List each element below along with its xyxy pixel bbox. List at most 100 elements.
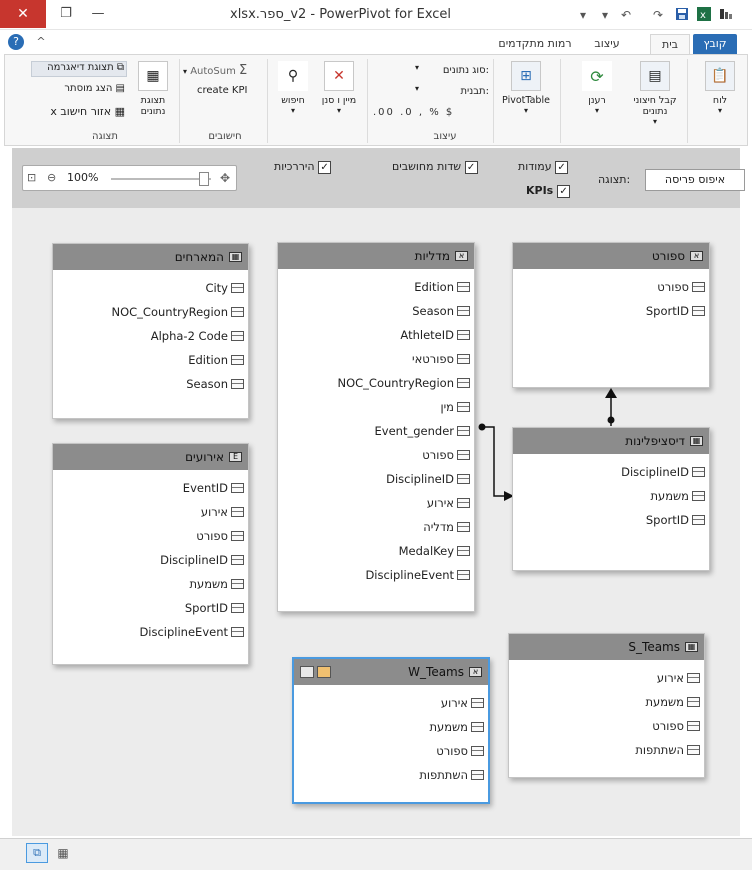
diagram-view-icon[interactable]: ⧉ <box>26 843 48 863</box>
field-item[interactable]: Event_gender <box>278 419 474 443</box>
field-item[interactable]: DisciplineEvent <box>53 620 248 644</box>
create-kpi-button[interactable]: create KPI <box>197 85 265 96</box>
table-disciplines[interactable]: דיסציפלינות ▦ DisciplineID משמעת SportID <box>512 427 710 571</box>
tab-home[interactable]: בית <box>650 34 690 54</box>
hierarchies-toggle[interactable]: היררכיות ✓ <box>274 160 332 174</box>
field-item[interactable]: משמעת <box>509 690 704 714</box>
increase-decimal-icon[interactable]: .0 <box>400 107 414 118</box>
field-item[interactable]: משמעת <box>513 484 709 508</box>
help-icon[interactable]: ? <box>8 34 24 50</box>
pivottable-button[interactable]: ⊞ PivotTable ▾ <box>499 61 553 115</box>
show-hidden-button[interactable]: הצג מוסתר ▤ <box>31 83 127 94</box>
table-header[interactable]: המארחים ▦ <box>53 244 248 270</box>
powerpivot-icon[interactable] <box>718 7 734 23</box>
customize-qat-icon[interactable]: ▾ <box>575 7 591 23</box>
zoom-out-icon[interactable]: ⊖ <box>47 171 61 185</box>
field-item[interactable]: ספורט <box>294 739 488 763</box>
field-item[interactable]: משמעת <box>53 572 248 596</box>
field-item[interactable]: השתתפות <box>294 763 488 787</box>
redo-icon[interactable]: ↷ <box>650 7 666 23</box>
comma-icon[interactable]: , <box>419 107 424 118</box>
field-item[interactable]: ספורט <box>509 714 704 738</box>
field-item[interactable]: Season <box>53 372 248 396</box>
field-item[interactable]: ספורט <box>513 275 709 299</box>
field-item[interactable]: אירוע <box>509 666 704 690</box>
undo-icon[interactable]: ↶ <box>618 7 634 23</box>
zoom-slider-track[interactable] <box>111 178 211 180</box>
sort-filter-button[interactable]: ✕ מיין ו סנן ▾ <box>317 61 361 115</box>
field-item[interactable]: Season <box>278 299 474 323</box>
field-item[interactable]: EventID <box>53 476 248 500</box>
collapse-ribbon-icon[interactable]: ^ <box>34 34 48 50</box>
field-item[interactable]: ספורטאי <box>278 347 474 371</box>
number-format-buttons[interactable]: .00 .0 , % $ <box>373 107 493 118</box>
zoom-slider-handle[interactable] <box>199 172 209 186</box>
maximize-table-icon[interactable] <box>317 666 331 678</box>
close-button[interactable]: ✕ <box>0 0 46 28</box>
chevron-down-icon[interactable]: ▾ <box>415 63 419 72</box>
pan-icon[interactable]: ✥ <box>217 170 233 186</box>
calc-area-button[interactable]: x אזור חישוב ▦ <box>31 105 127 118</box>
percent-icon[interactable]: % <box>429 107 441 118</box>
field-item[interactable]: SportID <box>513 299 709 323</box>
checkbox-icon[interactable]: ✓ <box>464 161 478 174</box>
reset-layout-button[interactable]: איפוס פריסה <box>645 169 745 191</box>
calculated-fields-toggle[interactable]: שדות מחושבים ✓ <box>392 160 478 174</box>
restore-button[interactable]: ❐ <box>56 5 76 23</box>
field-item[interactable]: NOC_CountryRegion <box>278 371 474 395</box>
grid-view-icon[interactable]: ▦ <box>52 843 74 863</box>
field-item[interactable]: SportID <box>53 596 248 620</box>
field-item[interactable]: אירוע <box>53 500 248 524</box>
minimize-button[interactable]: — <box>88 5 108 23</box>
decrease-decimal-icon[interactable]: .00 <box>373 107 395 118</box>
refresh-button[interactable]: ⟳ רענן ▾ <box>575 61 619 115</box>
table-header[interactable]: מדליות א <box>278 243 474 269</box>
field-item[interactable]: מין <box>278 395 474 419</box>
field-item[interactable]: DisciplineID <box>278 467 474 491</box>
table-header[interactable]: W_Teams א <box>294 659 488 685</box>
field-item[interactable]: NOC_CountryRegion <box>53 300 248 324</box>
table-w-teams[interactable]: W_Teams א אירוע משמעת ספורט השתתפות <box>292 657 490 804</box>
field-item[interactable]: Edition <box>53 348 248 372</box>
diagram-canvas[interactable]: ספורט א ספורט SportID דיסציפלינות ▦ Discip… <box>12 208 740 836</box>
table-header[interactable]: דיסציפלינות ▦ <box>513 428 709 454</box>
field-item[interactable]: Edition <box>278 275 474 299</box>
dropdown-icon[interactable]: ▾ <box>597 7 613 23</box>
field-item[interactable]: ספורט <box>278 443 474 467</box>
chevron-down-icon[interactable]: ▾ <box>415 84 419 93</box>
field-item[interactable]: DisciplineID <box>513 460 709 484</box>
field-item[interactable]: City <box>53 276 248 300</box>
kpis-toggle[interactable]: KPIs ✓ <box>526 184 571 198</box>
field-item[interactable]: אירוע <box>294 691 488 715</box>
table-header[interactable]: S_Teams ▦ <box>509 634 704 660</box>
autosum-button[interactable]: ▾ AutoSum Σ <box>183 63 265 78</box>
table-s-teams[interactable]: S_Teams ▦ אירוע משמעת ספורט השתתפות <box>508 633 705 778</box>
save-icon[interactable] <box>674 7 690 23</box>
checkbox-icon[interactable]: ✓ <box>318 161 332 174</box>
field-item[interactable]: DisciplineID <box>53 548 248 572</box>
table-medals[interactable]: מדליות א Edition Season AthleteID ספורטאי… <box>277 242 475 612</box>
field-item[interactable]: SportID <box>513 508 709 532</box>
zoom-fit-icon[interactable]: ⊡ <box>27 171 41 185</box>
find-button[interactable]: ⚲ חיפוש ▾ <box>271 61 315 115</box>
field-item[interactable]: השתתפות <box>509 738 704 762</box>
get-external-data-button[interactable]: ▤ קבל חיצוני נתונים ▾ <box>627 61 683 126</box>
field-item[interactable]: DisciplineEvent <box>278 563 474 587</box>
minimize-table-icon[interactable] <box>300 666 314 678</box>
data-view-button[interactable]: ▦ תצוגת נתונים <box>131 61 175 117</box>
tab-design[interactable]: עיצוב <box>582 34 632 54</box>
data-type-selector[interactable]: סוג נתונים: <box>417 65 489 76</box>
field-item[interactable]: Alpha-2 Code <box>53 324 248 348</box>
excel-icon[interactable]: x <box>696 7 712 23</box>
table-header[interactable]: ספורט א <box>513 243 709 269</box>
field-item[interactable]: מדליה <box>278 515 474 539</box>
diagram-view-button[interactable]: תצוגת דיאגרמה ⧉ <box>31 61 127 77</box>
tab-file[interactable]: קובץ <box>693 34 737 54</box>
table-events[interactable]: אירועים E EventID אירוע ספורט DisciplineI… <box>52 443 249 665</box>
tab-advanced[interactable]: רמות מתקדמים <box>490 34 580 54</box>
checkbox-icon[interactable]: ✓ <box>555 161 569 174</box>
format-selector[interactable]: תבנית: <box>417 86 489 97</box>
field-item[interactable]: AthleteID <box>278 323 474 347</box>
field-item[interactable]: MedalKey <box>278 539 474 563</box>
field-item[interactable]: ספורט <box>53 524 248 548</box>
